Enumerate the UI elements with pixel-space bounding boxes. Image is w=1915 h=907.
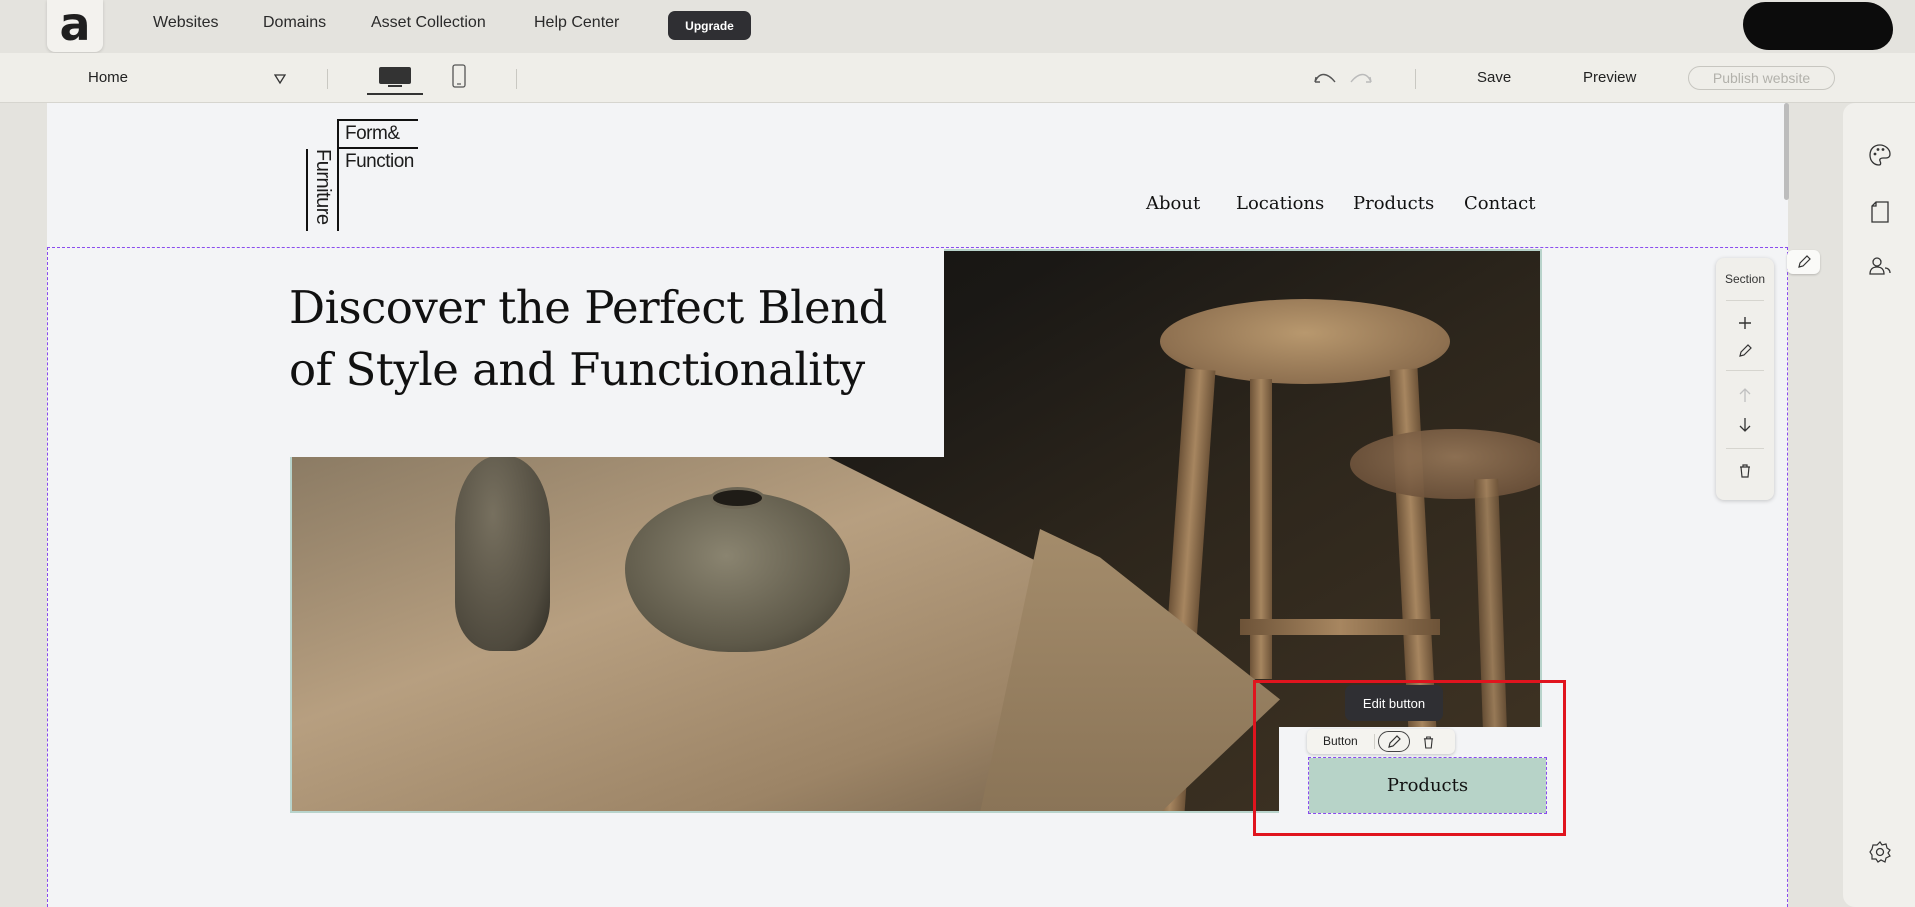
toolbar-divider: [516, 69, 517, 89]
stool-seat: [1350, 429, 1542, 499]
toolbar-divider: [327, 69, 328, 89]
redo-icon: [1350, 73, 1372, 83]
section-tools-divider: [1726, 300, 1764, 301]
brand-top-text: Form&: [337, 119, 418, 149]
move-section-down-button[interactable]: [1736, 416, 1754, 434]
contacts-button[interactable]: [1868, 254, 1892, 278]
site-nav-contact[interactable]: Contact: [1464, 193, 1535, 214]
section-tools-divider: [1726, 448, 1764, 449]
trash-icon: [1423, 735, 1433, 749]
logo-glyph: a: [59, 0, 91, 51]
arrow-up-icon: [1739, 388, 1751, 402]
chevron-down-icon[interactable]: [274, 73, 286, 85]
button-element-toolbar: Button: [1307, 729, 1455, 754]
desktop-view-button[interactable]: [367, 60, 423, 95]
arrow-down-icon: [1739, 418, 1751, 432]
site-brand-logo[interactable]: Furniture Form& Function: [306, 119, 418, 231]
vase-mouth: [710, 487, 765, 509]
brand-middle-text: Function: [345, 151, 414, 172]
nav-websites[interactable]: Websites: [153, 14, 219, 32]
canvas-scrollbar[interactable]: [1784, 103, 1789, 200]
section-tools-panel: Section: [1716, 258, 1774, 500]
mobile-icon: [452, 64, 466, 88]
users-icon: [1869, 257, 1891, 275]
site-nav-locations[interactable]: Locations: [1236, 193, 1324, 214]
pencil-icon: [1797, 255, 1811, 268]
publish-website-button: Publish website: [1688, 66, 1835, 90]
palette-icon: [1869, 144, 1891, 166]
stool-rung: [1240, 619, 1440, 635]
plus-icon: [1739, 317, 1751, 329]
nav-help-center[interactable]: Help Center: [534, 14, 619, 32]
pencil-icon: [1388, 734, 1401, 748]
undo-icon[interactable]: [1313, 71, 1337, 85]
save-button[interactable]: Save: [1477, 69, 1511, 86]
section-tools-label: Section: [1724, 272, 1766, 286]
delete-section-button[interactable]: [1736, 462, 1754, 480]
account-avatar[interactable]: [1743, 2, 1893, 50]
app-logo[interactable]: a: [47, 0, 103, 52]
page-icon: [1871, 201, 1889, 223]
pages-button[interactable]: [1868, 200, 1892, 224]
hero-headline[interactable]: Discover the Perfect Blend of Style and …: [289, 277, 939, 401]
site-nav-products[interactable]: Products: [1353, 193, 1434, 214]
gear-icon: [1869, 841, 1891, 863]
edit-button-control[interactable]: [1378, 731, 1410, 752]
upgrade-button[interactable]: Upgrade: [668, 11, 751, 40]
brand-vertical-text: Furniture: [312, 149, 334, 225]
trash-icon: [1740, 464, 1750, 478]
nav-asset-collection[interactable]: Asset Collection: [371, 14, 486, 32]
top-navigation: a Websites Domains Asset Collection Help…: [0, 0, 1915, 52]
button-element-label: Button: [1323, 734, 1358, 748]
section-tools-divider: [1726, 370, 1764, 371]
preview-button[interactable]: Preview: [1583, 69, 1636, 86]
vase: [455, 456, 550, 651]
theme-button[interactable]: [1868, 143, 1892, 167]
toolbar-divider: [1415, 69, 1416, 89]
toolbar-divider: [1374, 734, 1375, 749]
move-section-up-button: [1736, 386, 1754, 404]
vase: [625, 492, 850, 652]
page-selector[interactable]: Home: [88, 69, 128, 86]
right-side-panel: [1843, 103, 1915, 907]
settings-button[interactable]: [1868, 840, 1892, 864]
site-nav-about[interactable]: About: [1146, 193, 1200, 214]
brand-vertical-frame: Furniture: [306, 149, 339, 231]
pencil-icon: [1739, 344, 1752, 357]
section-edit-button[interactable]: [1787, 250, 1820, 274]
add-section-button[interactable]: [1736, 314, 1754, 332]
edit-button-tooltip: Edit button: [1345, 685, 1443, 721]
editor-toolbar: Home Save Preview Publish website: [0, 53, 1915, 103]
mobile-view-button[interactable]: [450, 62, 468, 90]
desktop-icon: [379, 66, 411, 87]
products-cta-button[interactable]: Products: [1309, 758, 1546, 813]
nav-domains[interactable]: Domains: [263, 14, 326, 32]
delete-button-control[interactable]: [1419, 733, 1437, 751]
edit-section-button[interactable]: [1736, 342, 1754, 360]
